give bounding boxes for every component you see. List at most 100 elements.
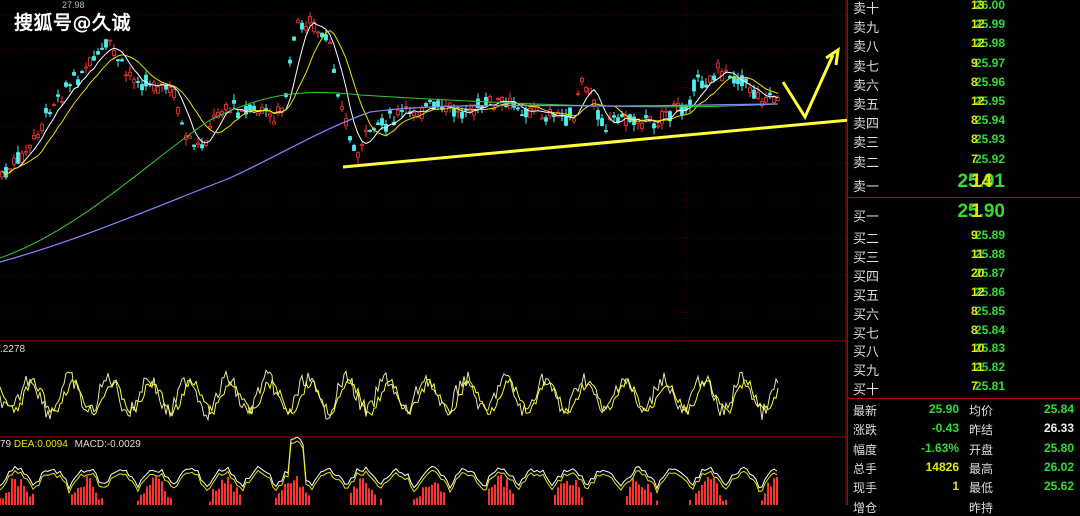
level-price: 25.94 (974, 113, 1005, 128)
stat-label: 最新 (853, 404, 878, 418)
candle-body (340, 106, 344, 110)
candle-body (212, 114, 216, 118)
bid-level-1[interactable]: 买一 25.90 1 (848, 201, 1080, 225)
ask-level-8[interactable]: 卖八 25.98 12 (848, 34, 1080, 55)
candle-body (136, 81, 140, 83)
candle-body (304, 25, 308, 31)
candle-body (72, 72, 76, 76)
candle-body (420, 107, 424, 120)
bid-level-10[interactable]: 买十 25.81 7 (848, 377, 1080, 399)
level-price: 25.97 (974, 55, 1005, 70)
candle-body (180, 122, 184, 125)
ask-level-6[interactable]: 卖六 25.96 8 (848, 73, 1080, 94)
candle-body (532, 107, 536, 112)
level-price: 25.83 (974, 341, 1005, 356)
candle-body (316, 31, 320, 34)
bid-level-6[interactable]: 买六 25.85 8 (848, 302, 1080, 323)
candle-body (696, 74, 700, 78)
ask-level-5[interactable]: 卖五 25.95 12 (848, 92, 1080, 113)
candle-body (80, 71, 84, 74)
stat-value: 1 (952, 479, 959, 494)
candle-body (460, 112, 464, 119)
candle-body (640, 122, 644, 129)
bid-level-7[interactable]: 买七 25.84 8 (848, 321, 1080, 342)
level-qty: 12 (971, 36, 985, 51)
bid-level-4[interactable]: 买四 25.87 20 (848, 264, 1080, 285)
candle-body (580, 77, 584, 83)
candle-body (128, 71, 132, 77)
level-qty: 7 (971, 151, 978, 166)
chart-area[interactable]: 搜狐号@久诚 27.98 .2278 79 DEA:0.0094 MACD:-0… (0, 0, 847, 505)
candle-body (544, 117, 548, 122)
stat-value: 25.62 (1043, 479, 1074, 494)
ask-level-3[interactable]: 卖三 25.93 8 (848, 130, 1080, 151)
candle-body (24, 151, 28, 154)
bid-level-5[interactable]: 买五 25.86 12 (848, 283, 1080, 304)
candle-body (776, 97, 780, 102)
candle-body (600, 118, 604, 127)
stat-value: 25.90 (928, 402, 959, 416)
level-label: 买十 (853, 383, 880, 399)
candle-body (296, 19, 300, 24)
bid-level-2[interactable]: 买二 25.89 9 (848, 226, 1080, 247)
bid-level-8[interactable]: 买八 25.83 10 (848, 339, 1080, 360)
stat-row: 幅度 -1.63% 开盘 25.80 (848, 439, 1080, 458)
level-qty: 12 (971, 284, 985, 299)
candle-body (360, 144, 364, 147)
candle-body (192, 144, 196, 147)
stat-value: -1.63% (920, 440, 959, 455)
candle-body (644, 115, 648, 119)
candle-body (96, 51, 100, 55)
stat-value: 25.80 (1043, 440, 1074, 455)
level-label: 卖五 (853, 98, 880, 113)
candle-body (272, 121, 276, 125)
candle-body (12, 157, 16, 165)
top-price-label: 27.98 (62, 0, 85, 10)
level-qty: 12 (971, 17, 985, 32)
candle-body (120, 59, 124, 62)
stat-label: 幅度 (853, 442, 878, 457)
candle-body (756, 91, 760, 99)
ask-level-7[interactable]: 卖七 25.97 9 (848, 54, 1080, 75)
candle-body (252, 105, 256, 111)
candle-body (492, 108, 496, 111)
candle-body (368, 129, 372, 132)
candle-body (336, 94, 340, 97)
candle-body (152, 82, 156, 91)
ask-level-10[interactable]: 卖十 26.00 13 (848, 0, 1080, 17)
ask-level-2[interactable]: 卖二 25.92 7 (848, 150, 1080, 171)
level-label: 卖九 (853, 21, 880, 37)
ask-level-9[interactable]: 卖九 25.99 12 (848, 15, 1080, 37)
candle-body (700, 80, 704, 88)
stat-label: 现手 (853, 481, 878, 496)
candle-body (496, 98, 500, 100)
dea-value: DEA:0.0094 (13, 439, 68, 450)
stat-row: 总手 14826 最高 26.02 (848, 458, 1080, 477)
candle-body (564, 115, 568, 126)
ask-level-1[interactable]: 卖一 25.91 14 (848, 171, 1080, 195)
ask-level-4[interactable]: 卖四 25.94 8 (848, 111, 1080, 133)
candle-body (44, 108, 48, 114)
candle-body (388, 110, 392, 114)
level-price: 25.86 (974, 284, 1005, 299)
level-label: 卖二 (853, 155, 880, 171)
candle-body (712, 75, 716, 81)
level-qty: 10 (971, 341, 985, 356)
level-label: 卖四 (853, 117, 880, 133)
candle-body (64, 82, 68, 87)
candle-body (412, 112, 416, 117)
candle-body (332, 68, 336, 73)
bid-level-9[interactable]: 买九 25.82 11 (848, 358, 1080, 379)
candle-body (140, 84, 144, 91)
candle-body (324, 34, 328, 41)
level-qty: 7 (971, 379, 978, 394)
candle-body (524, 108, 528, 118)
bid-level-3[interactable]: 买三 25.88 11 (848, 245, 1080, 266)
stat-value: 25.84 (1043, 402, 1074, 416)
stat-value: 26.33 (1043, 421, 1074, 436)
candle-body (196, 142, 200, 145)
stat-label: 涨跌 (853, 423, 878, 438)
level-price: 25.81 (974, 379, 1005, 394)
price-chart[interactable] (0, 0, 847, 505)
candle-body (256, 112, 260, 116)
